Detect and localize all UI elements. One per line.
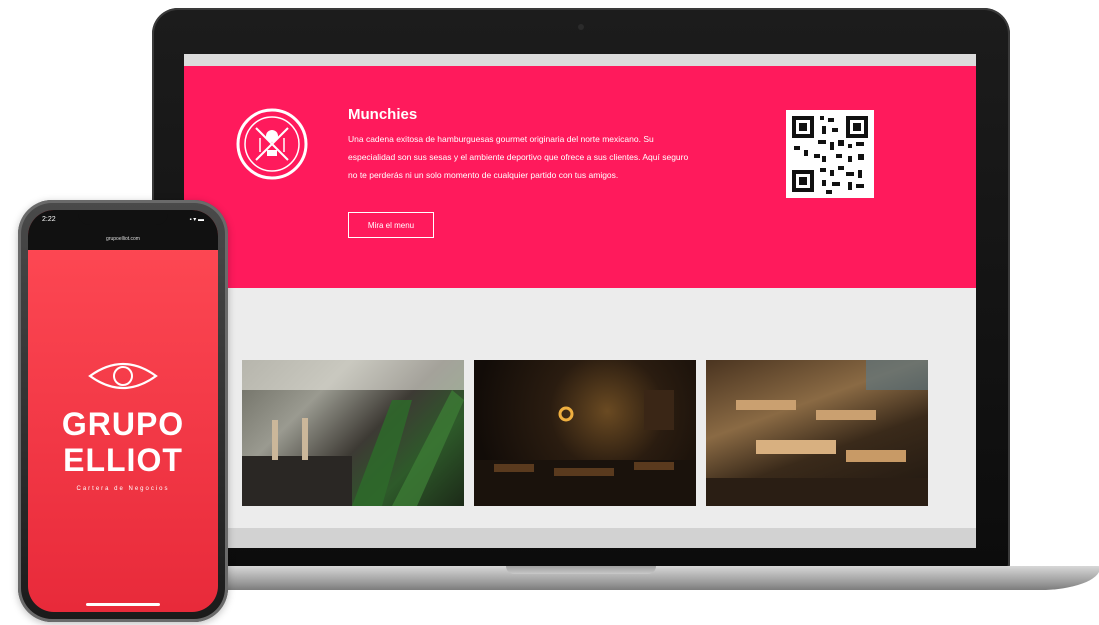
photo-restaurant-interior-plants [242, 360, 464, 506]
photo-restaurant-tables-wood [706, 360, 928, 506]
page-footer-strip [184, 528, 976, 548]
qr-code-icon [786, 110, 874, 198]
phone-status-bar: 2:22 ▪ ▾ ▬ grupoelliot.com [28, 210, 218, 250]
signal-battery-icon: ▪ ▾ ▬ [189, 217, 204, 223]
brand-tagline: Cartera de Negocios [76, 486, 170, 492]
phone-notch [78, 210, 168, 225]
brand-line-2: ELLIOT [63, 442, 183, 478]
menu-button[interactable]: Mira el menu [348, 212, 434, 238]
laptop-camera [578, 24, 584, 30]
laptop-screen: Munchies Una cadena exitosa de hamburgue… [184, 54, 976, 548]
phone-time: 2:22 [42, 216, 56, 223]
phone-url[interactable]: grupoelliot.com [28, 236, 218, 242]
phone-screen: 2:22 ▪ ▾ ▬ grupoelliot.com GRUPO ELLIOT … [28, 210, 218, 612]
screen-topbar [184, 54, 976, 66]
hero-section: Munchies Una cadena exitosa de hamburgue… [184, 66, 976, 288]
brand-line-1: GRUPO [61, 406, 185, 442]
hero-title: Munchies [348, 106, 418, 123]
munchies-logo-icon [236, 108, 308, 180]
hero-description: Una cadena exitosa de hamburguesas gourm… [348, 134, 689, 180]
eye-logo-icon [88, 363, 158, 389]
laptop-lid: Munchies Una cadena exitosa de hamburgue… [152, 8, 1010, 570]
laptop-opening-notch [506, 566, 656, 574]
phone-device: 2:22 ▪ ▾ ▬ grupoelliot.com GRUPO ELLIOT … [18, 200, 228, 622]
photo-restaurant-interior-dark [474, 360, 696, 506]
home-indicator[interactable] [86, 603, 160, 606]
